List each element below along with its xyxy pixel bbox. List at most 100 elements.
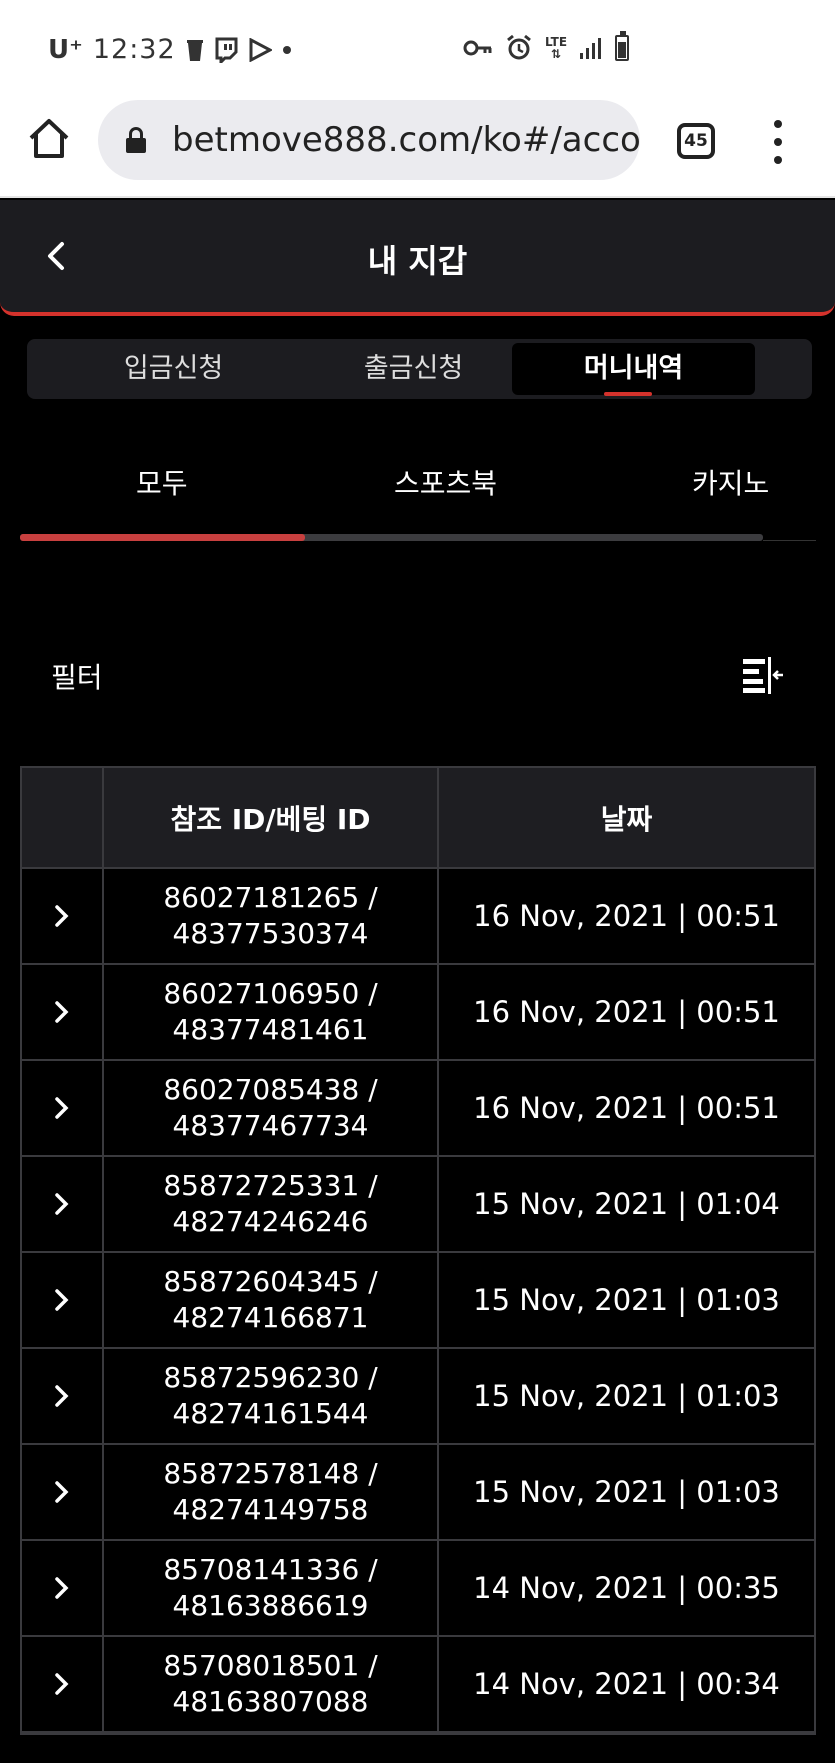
status-left: U⁺ 12:32 (48, 34, 292, 65)
table-row[interactable]: 85708018501 /48163807088 14 Nov, 2021 | … (22, 1637, 814, 1733)
reference-id-cell: 85872596230 /48274161544 (104, 1349, 439, 1443)
clock: 12:32 (92, 34, 176, 65)
tab-switcher-button[interactable]: 45 (677, 123, 715, 159)
reference-id: 85872725331 / (163, 1169, 378, 1202)
bet-id: 48377481461 (172, 1013, 369, 1046)
reference-id: 86027106950 / (163, 977, 378, 1010)
reference-id-cell: 86027181265 /48377530374 (104, 869, 439, 963)
date-cell: 15 Nov, 2021 | 01:04 (473, 1187, 780, 1221)
reference-id: 85708018501 / (163, 1649, 378, 1682)
category-tab-all[interactable]: 모두 (136, 462, 188, 502)
reference-id: 86027181265 / (163, 881, 378, 914)
expand-cell[interactable] (22, 1157, 104, 1251)
status-bar: U⁺ 12:32 LTE ⇅ (0, 0, 835, 100)
expand-cell[interactable] (22, 1061, 104, 1155)
category-divider (763, 540, 816, 541)
expand-cell[interactable] (22, 869, 104, 963)
reference-id-cell: 86027106950 /48377481461 (104, 965, 439, 1059)
expand-cell[interactable] (22, 965, 104, 1059)
chevron-right-icon[interactable] (51, 1670, 73, 1698)
reference-id: 86027085438 / (163, 1073, 378, 1106)
lte-indicator: LTE ⇅ (545, 35, 568, 61)
date-cell: 15 Nov, 2021 | 01:03 (473, 1283, 780, 1317)
table-row[interactable]: 85872596230 /48274161544 15 Nov, 2021 | … (22, 1349, 814, 1445)
vpn-key-icon (463, 40, 492, 56)
reference-id: 85872578148 / (163, 1457, 378, 1490)
date-cell: 15 Nov, 2021 | 01:03 (473, 1475, 780, 1509)
chevron-right-icon[interactable] (51, 1478, 73, 1506)
twitch-notification-icon (215, 37, 238, 63)
home-icon[interactable] (26, 116, 72, 162)
reference-id-cell: 86027085438 /48377467734 (104, 1061, 439, 1155)
address-bar[interactable]: betmove888.com/ko#/accour (98, 100, 640, 180)
reference-id: 85872596230 / (163, 1361, 378, 1394)
table-row[interactable]: 85872725331 /48274246246 15 Nov, 2021 | … (22, 1157, 814, 1253)
money-history-table: 참조 ID/베팅 ID 날짜 86027181265 /48377530374 … (20, 766, 816, 1735)
lock-icon[interactable] (126, 127, 146, 153)
table-row[interactable]: 85872578148 /48274149758 15 Nov, 2021 | … (22, 1445, 814, 1541)
reference-id-cell: 85708141336 /48163886619 (104, 1541, 439, 1635)
reference-id-cell: 85872604345 /48274166871 (104, 1253, 439, 1347)
bet-id: 48274161544 (172, 1397, 369, 1430)
chevron-right-icon[interactable] (51, 1382, 73, 1410)
tab-withdraw-request[interactable]: 출금신청 (292, 343, 535, 395)
expand-cell[interactable] (22, 1541, 104, 1635)
bet-id: 48377530374 (172, 917, 369, 950)
reference-id-cell: 85872725331 /48274246246 (104, 1157, 439, 1251)
signal-icon (580, 38, 602, 59)
browser-menu-icon[interactable] (770, 120, 786, 164)
chevron-right-icon[interactable] (51, 1574, 73, 1602)
expand-cell[interactable] (22, 1349, 104, 1443)
play-store-notification-icon (249, 37, 272, 62)
active-tab-indicator (604, 392, 652, 396)
status-right: LTE ⇅ (463, 31, 630, 62)
bet-id: 48274149758 (172, 1493, 369, 1526)
tab-deposit-request[interactable]: 입금신청 (52, 343, 295, 395)
expand-cell[interactable] (22, 1253, 104, 1347)
bet-id: 48274246246 (172, 1205, 369, 1238)
app-header: 내 지갑 (0, 200, 835, 316)
table-row[interactable]: 85872604345 /48274166871 15 Nov, 2021 | … (22, 1253, 814, 1349)
column-header-expand (22, 768, 104, 867)
column-header-reference-id: 참조 ID/베팅 ID (104, 768, 439, 867)
alarm-icon (507, 34, 531, 60)
table-header: 참조 ID/베팅 ID 날짜 (22, 768, 814, 869)
category-tab-sportsbook[interactable]: 스포츠북 (394, 462, 497, 502)
date-cell: 16 Nov, 2021 | 00:51 (473, 899, 780, 933)
date-cell: 14 Nov, 2021 | 00:35 (473, 1571, 780, 1605)
expand-cell[interactable] (22, 1445, 104, 1539)
url-text[interactable]: betmove888.com/ko#/accour (172, 120, 640, 160)
trash-notification-icon (186, 39, 203, 61)
category-active-indicator (20, 534, 305, 541)
page-title: 내 지갑 (367, 242, 468, 280)
reference-id-cell: 85872578148 /48274149758 (104, 1445, 439, 1539)
chevron-right-icon[interactable] (51, 998, 73, 1026)
table-row[interactable]: 85708141336 /48163886619 14 Nov, 2021 | … (22, 1541, 814, 1637)
expand-cell[interactable] (22, 1637, 104, 1731)
date-cell: 14 Nov, 2021 | 00:34 (473, 1667, 780, 1701)
bet-id: 48274166871 (172, 1301, 369, 1334)
chevron-right-icon[interactable] (51, 1094, 73, 1122)
filter-toggle-icon[interactable] (741, 655, 785, 695)
table-row[interactable]: 86027085438 /48377467734 16 Nov, 2021 | … (22, 1061, 814, 1157)
battery-icon (615, 31, 630, 61)
bet-id: 48377467734 (172, 1109, 369, 1142)
wallet-tabs: 입금신청 출금신청 머니내역 (27, 339, 812, 399)
table-row[interactable]: 86027106950 /48377481461 16 Nov, 2021 | … (22, 965, 814, 1061)
bet-id: 48163886619 (172, 1589, 369, 1622)
tab-money-history[interactable]: 머니내역 (512, 343, 755, 395)
filter-label: 필터 (51, 661, 103, 694)
category-tab-casino[interactable]: 카지노 (692, 462, 769, 502)
date-cell: 16 Nov, 2021 | 00:51 (473, 1091, 780, 1125)
bet-id: 48163807088 (172, 1685, 369, 1718)
chevron-right-icon[interactable] (51, 902, 73, 930)
table-row[interactable]: 86027181265 /48377530374 16 Nov, 2021 | … (22, 869, 814, 965)
chevron-right-icon[interactable] (51, 1190, 73, 1218)
date-cell: 16 Nov, 2021 | 00:51 (473, 995, 780, 1029)
carrier-label: U⁺ (48, 34, 83, 65)
browser-toolbar: betmove888.com/ko#/accour 45 (0, 100, 835, 198)
date-cell: 15 Nov, 2021 | 01:03 (473, 1379, 780, 1413)
reference-id: 85872604345 / (163, 1265, 378, 1298)
column-header-date: 날짜 (600, 802, 653, 836)
chevron-right-icon[interactable] (51, 1286, 73, 1314)
